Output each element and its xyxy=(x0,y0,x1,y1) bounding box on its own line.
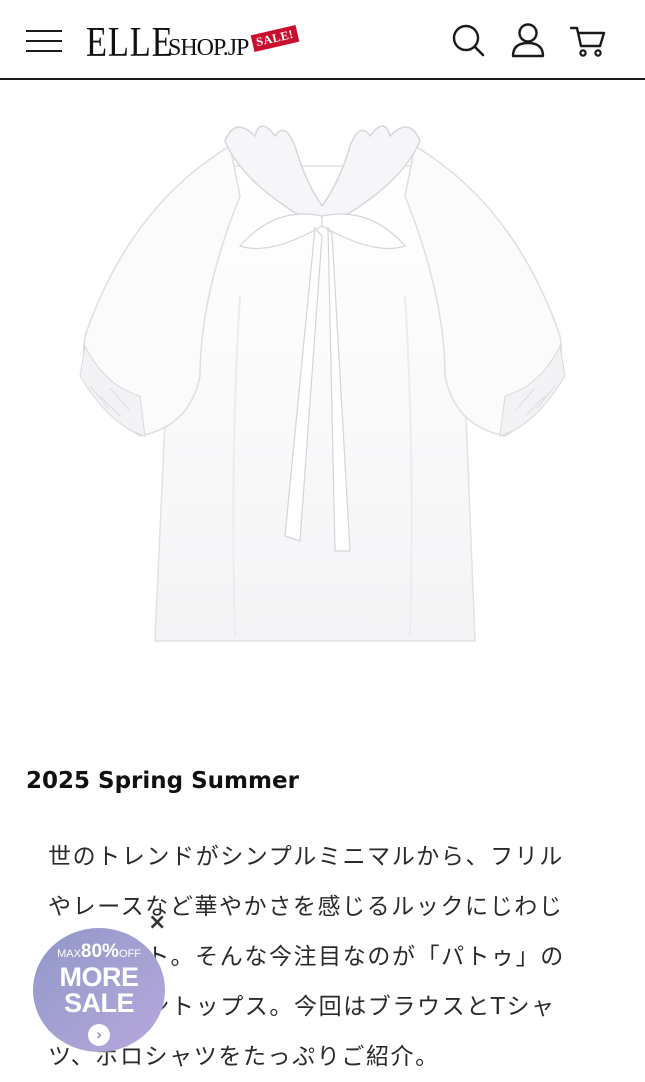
sale-more-label: MORE xyxy=(59,962,140,992)
sale-sale-label: SALE xyxy=(63,988,135,1018)
sale-percent: 80% xyxy=(80,941,119,962)
sale-off-label: OFF xyxy=(118,948,141,960)
user-icon[interactable] xyxy=(510,22,546,58)
logo-sale-tag: SALE! xyxy=(250,25,300,52)
logo-shop-text: SHOP.JP xyxy=(168,35,249,61)
sale-max-label: MAX xyxy=(57,948,81,960)
site-header: ELLE SHOP.JP SALE! xyxy=(0,0,645,80)
sale-badge-close-icon[interactable]: × xyxy=(148,912,166,934)
chevron-right-icon: › xyxy=(88,1024,110,1046)
site-logo[interactable]: ELLE SHOP.JP SALE! xyxy=(86,20,300,66)
product-image[interactable] xyxy=(60,96,585,656)
section-title: 2025 Spring Summer xyxy=(26,768,299,794)
menu-icon[interactable] xyxy=(26,30,62,52)
logo-elle-text: ELLE xyxy=(86,20,174,66)
blouse-illustration xyxy=(79,125,566,642)
cart-icon[interactable] xyxy=(570,22,606,58)
more-sale-badge[interactable]: MAX80%OFF MORE SALE › xyxy=(33,928,165,1052)
sale-discount-line: MAX80%OFF xyxy=(33,942,165,964)
search-icon[interactable] xyxy=(450,22,486,58)
